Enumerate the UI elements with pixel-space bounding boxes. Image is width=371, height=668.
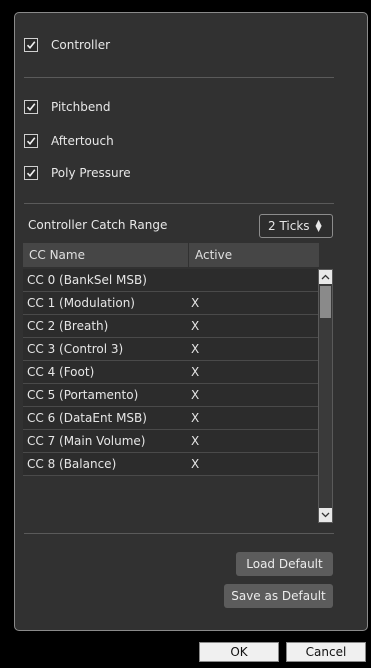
save-as-default-button[interactable]: Save as Default <box>224 584 333 608</box>
load-default-button[interactable]: Load Default <box>236 552 333 576</box>
aftertouch-checkbox[interactable] <box>24 134 38 148</box>
active-cell[interactable] <box>187 269 297 291</box>
controller-label: Controller <box>51 38 111 52</box>
catch-range-label: Controller Catch Range <box>28 218 168 232</box>
active-cell[interactable]: X <box>187 407 297 429</box>
pitchbend-label: Pitchbend <box>51 100 111 114</box>
table-row[interactable]: CC 3 (Control 3) X <box>23 338 319 361</box>
table-row[interactable]: CC 8 (Balance) X <box>23 453 319 476</box>
active-cell[interactable]: X <box>187 430 297 452</box>
poly-pressure-checkbox-row[interactable]: Poly Pressure <box>24 166 131 180</box>
cc-table: CC Name Active CC 0 (BankSel MSB) CC 1 (… <box>23 243 319 523</box>
table-row[interactable]: CC 2 (Breath) X <box>23 315 319 338</box>
controller-checkbox[interactable] <box>24 38 38 52</box>
table-header: CC Name Active <box>23 243 319 267</box>
controller-checkbox-row[interactable]: Controller <box>24 38 110 52</box>
cc-name-cell: CC 0 (BankSel MSB) <box>27 273 147 287</box>
active-cell[interactable]: X <box>187 361 297 383</box>
ok-button[interactable]: OK <box>199 642 279 662</box>
active-cell[interactable]: X <box>187 292 297 314</box>
scrollbar-thumb[interactable] <box>320 286 331 318</box>
catch-range-value: 2 Ticks <box>268 219 310 233</box>
poly-pressure-checkbox[interactable] <box>24 166 38 180</box>
cc-name-cell: CC 6 (DataEnt MSB) <box>27 411 147 425</box>
cc-name-cell: CC 8 (Balance) <box>27 457 117 471</box>
divider <box>24 77 334 78</box>
active-cell[interactable]: X <box>187 338 297 360</box>
cc-name-cell: CC 5 (Portamento) <box>27 388 139 402</box>
cc-name-cell: CC 1 (Modulation) <box>27 296 135 310</box>
table-scrollbar[interactable] <box>318 269 333 523</box>
divider <box>24 533 334 534</box>
cc-name-cell: CC 4 (Foot) <box>27 365 95 379</box>
aftertouch-label: Aftertouch <box>51 134 114 148</box>
poly-pressure-label: Poly Pressure <box>51 166 131 180</box>
pitchbend-checkbox-row[interactable]: Pitchbend <box>24 100 110 114</box>
active-cell[interactable]: X <box>187 315 297 337</box>
cc-name-cell: CC 7 (Main Volume) <box>27 434 146 448</box>
aftertouch-checkbox-row[interactable]: Aftertouch <box>24 134 114 148</box>
checkmark-icon <box>26 169 36 178</box>
table-row[interactable]: CC 7 (Main Volume) X <box>23 430 319 453</box>
pitchbend-checkbox[interactable] <box>24 100 38 114</box>
cancel-button[interactable]: Cancel <box>286 642 366 662</box>
column-header-cc-name[interactable]: CC Name <box>23 243 189 267</box>
active-cell[interactable]: X <box>187 384 297 406</box>
column-header-active[interactable]: Active <box>189 243 319 267</box>
cc-name-cell: CC 3 (Control 3) <box>27 342 124 356</box>
checkmark-icon <box>26 137 36 146</box>
chevron-up-icon[interactable] <box>319 270 332 284</box>
checkmark-icon <box>26 41 36 50</box>
divider <box>24 203 334 204</box>
stepper-arrows-icon[interactable]: ▲ ▼ <box>316 219 322 233</box>
table-row[interactable]: CC 1 (Modulation) X <box>23 292 319 315</box>
cc-name-cell: CC 2 (Breath) <box>27 319 109 333</box>
table-row[interactable]: CC 0 (BankSel MSB) <box>23 269 319 292</box>
catch-range-stepper[interactable]: 2 Ticks ▲ ▼ <box>259 214 333 238</box>
table-body: CC 0 (BankSel MSB) CC 1 (Modulation) X CC… <box>23 269 319 476</box>
active-cell[interactable]: X <box>187 453 297 475</box>
chevron-down-icon[interactable] <box>319 508 332 522</box>
checkmark-icon <box>26 103 36 112</box>
table-row[interactable]: CC 5 (Portamento) X <box>23 384 319 407</box>
table-row[interactable]: CC 6 (DataEnt MSB) X <box>23 407 319 430</box>
table-row[interactable]: CC 4 (Foot) X <box>23 361 319 384</box>
